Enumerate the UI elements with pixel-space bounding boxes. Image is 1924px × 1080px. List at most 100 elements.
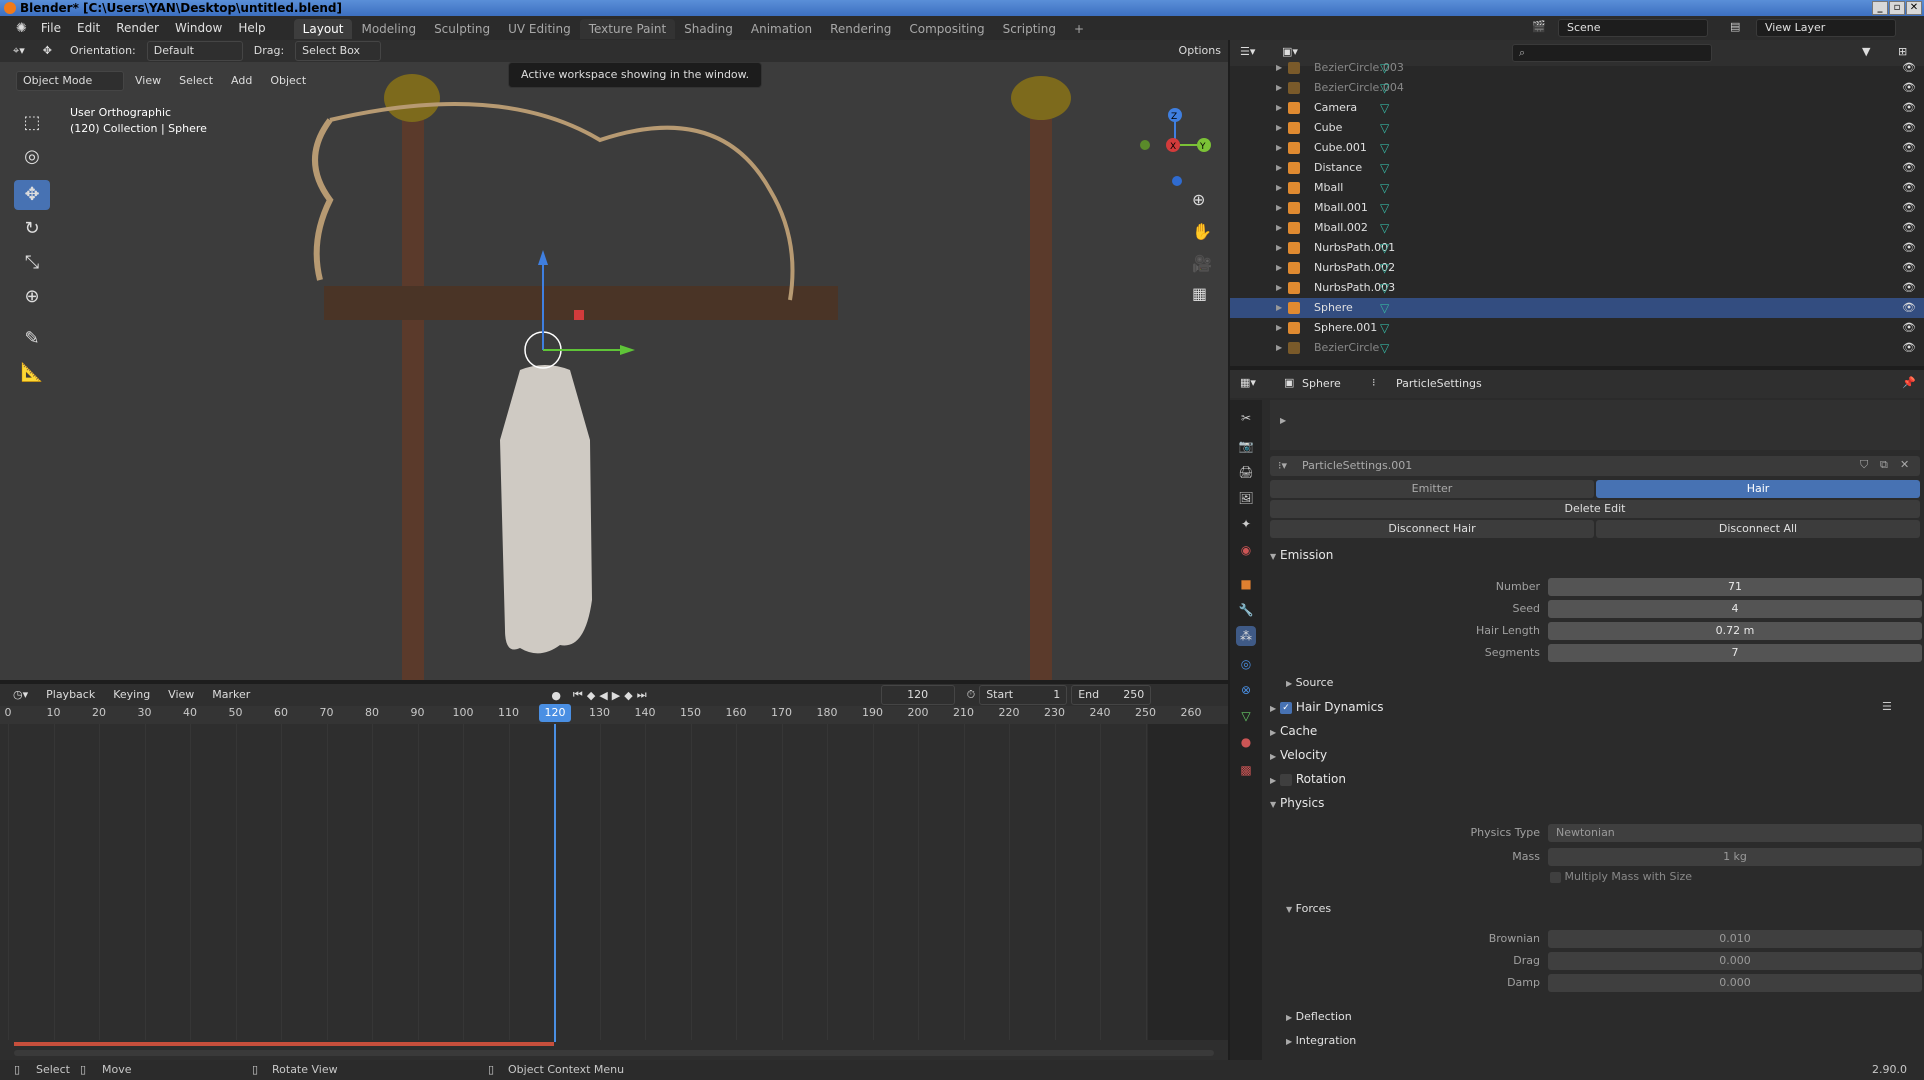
outliner-item[interactable]: ▶ BezierCircle ▽ 👁 [1230,338,1924,358]
play-icon[interactable]: ▶ [612,689,620,702]
outliner-item[interactable]: ▶ NurbsPath.001 ▽ 👁 [1230,238,1924,258]
delete-edit-button[interactable]: Delete Edit [1270,500,1920,518]
outliner-item[interactable]: ▶ Mball.001 ▽ 👁 [1230,198,1924,218]
mesh-data-icon[interactable]: ▽ [1380,178,1389,198]
visibility-eye-icon[interactable]: 👁 [1902,58,1916,78]
expand-arrow-icon[interactable]: ▶ [1276,218,1282,238]
mesh-data-icon[interactable]: ▽ [1380,98,1389,118]
rotation-checkbox[interactable] [1279,773,1292,786]
jump-start-icon[interactable]: ⏮ [573,688,583,702]
pin-icon[interactable]: 📌 [1902,376,1916,389]
tab-shading[interactable]: Shading [675,19,742,39]
mesh-data-icon[interactable]: ▽ [1380,218,1389,238]
mesh-data-icon[interactable]: ▽ [1380,318,1389,338]
camera-view-icon[interactable]: 🎥 [1192,254,1212,273]
expand-arrow-icon[interactable]: ▶ [1276,78,1282,98]
emitter-type-button[interactable]: Emitter [1270,480,1594,498]
drag-field[interactable]: 0.000 [1548,952,1922,970]
view-layer-icon[interactable]: ▤ [1730,20,1740,33]
new-collection-icon[interactable]: ⊞ [1898,45,1907,58]
tab-layout[interactable]: Layout [293,19,353,39]
brownian-field[interactable]: 0.010 [1548,930,1922,948]
mesh-data-icon[interactable]: ▽ [1380,138,1389,158]
visibility-eye-icon[interactable]: 👁 [1902,338,1916,358]
menu-timeline-view[interactable]: View [161,685,201,705]
visibility-eye-icon[interactable]: 👁 [1902,158,1916,178]
timeline-editor[interactable]: ◷▾ Playback Keying View Marker ● ⏮ ◆ ◀ ▶… [0,684,1228,1060]
mesh-data-icon[interactable]: ▽ [1380,58,1389,78]
menu-marker[interactable]: Marker [205,685,257,705]
segments-field[interactable]: 7 [1548,644,1922,662]
hair-length-field[interactable]: 0.72 m [1548,622,1922,640]
menu-keying[interactable]: Keying [106,685,157,705]
outliner-item[interactable]: ▶ Camera ▽ 👁 [1230,98,1924,118]
menu-edit[interactable]: Edit [69,16,108,40]
visibility-eye-icon[interactable]: 👁 [1902,258,1916,278]
visibility-eye-icon[interactable]: 👁 [1902,238,1916,258]
deflection-subpanel[interactable]: ▶ Deflection [1286,1010,1352,1023]
timeline-editor-icon[interactable]: ◷▾ [6,685,35,705]
mesh-data-icon[interactable]: ▽ [1380,158,1389,178]
tool-tab-icon[interactable]: ✂ [1236,408,1256,428]
scene-name-field[interactable]: Scene [1558,19,1708,37]
preset-list-icon[interactable]: ☰ [1882,700,1892,713]
outliner-item[interactable]: ▶ NurbsPath.002 ▽ 👁 [1230,258,1924,278]
play-reverse-icon[interactable]: ◀ [599,689,607,702]
menu-render[interactable]: Render [108,16,167,40]
add-workspace-icon[interactable]: + [1065,19,1093,39]
render-tab-icon[interactable]: 📷 [1236,436,1256,456]
cache-panel[interactable]: ▶ Cache [1270,724,1317,738]
expand-arrow-icon[interactable]: ▶ [1276,58,1282,78]
hair-dynamics-panel[interactable]: ▶ ✓ Hair Dynamics [1270,700,1383,714]
settings-datablock[interactable]: ⁝▾ ParticleSettings.001 ⛉ ⧉ ✕ [1270,456,1920,476]
close-button[interactable]: ✕ [1906,1,1922,15]
expand-arrow-icon[interactable]: ▶ [1276,98,1282,118]
visibility-eye-icon[interactable]: 👁 [1902,278,1916,298]
outliner-item[interactable]: ▶ NurbsPath.003 ▽ 👁 [1230,278,1924,298]
seed-field[interactable]: 4 [1548,600,1922,618]
expand-arrow-icon[interactable]: ▶ [1276,258,1282,278]
physics-panel-header[interactable]: ▼ Physics [1270,796,1324,810]
outliner-item[interactable]: ▶ BezierCircle.004 ▽ 👁 [1230,78,1924,98]
prev-keyframe-icon[interactable]: ◆ [587,689,595,702]
view-layer-field[interactable]: View Layer [1756,19,1896,37]
expand-arrow-icon[interactable]: ▶ [1276,198,1282,218]
outliner-item[interactable]: ▶ Sphere ▽ 👁 [1230,298,1924,318]
filter-icon[interactable]: ▼ [1862,45,1870,58]
cursor-tool[interactable]: ◎ [14,142,50,172]
outliner-item[interactable]: ▶ Sphere.001 ▽ 👁 [1230,318,1924,338]
current-frame-field[interactable]: 120 [880,685,955,705]
disconnect-hair-button[interactable]: Disconnect Hair [1270,520,1594,538]
ortho-grid-icon[interactable]: ▦ [1192,284,1207,303]
tab-rendering[interactable]: Rendering [821,19,900,39]
settings-browse-icon[interactable]: ⁝▾ [1278,459,1287,472]
scale-tool[interactable]: ⤡ [14,248,50,278]
mesh-data-icon[interactable]: ▽ [1380,258,1389,278]
display-mode-icon[interactable]: ▣▾ [1282,45,1298,58]
mass-field[interactable]: 1 kg [1548,848,1922,866]
expand-arrow-icon[interactable]: ▶ [1276,238,1282,258]
record-icon[interactable]: ● [551,689,561,702]
outliner-editor-icon[interactable]: ☰▾ [1240,45,1255,58]
measure-tool[interactable]: 📐 [14,358,50,388]
emission-panel-header[interactable]: ▼ Emission [1270,548,1333,562]
menu-window[interactable]: Window [167,16,230,40]
mesh-data-icon[interactable]: ▽ [1380,298,1389,318]
expand-arrow-icon[interactable]: ▶ [1276,298,1282,318]
object-tab-icon[interactable]: ■ [1236,574,1256,594]
expand-arrow-icon[interactable]: ▶ [1276,158,1282,178]
menu-help[interactable]: Help [230,16,273,40]
velocity-panel[interactable]: ▶ Velocity [1270,748,1327,762]
breadcrumb-object[interactable]: Sphere [1302,377,1341,390]
expand-arrow-icon[interactable]: ▶ [1276,278,1282,298]
fake-user-icon[interactable]: ⛉ [1860,458,1868,472]
tab-scripting[interactable]: Scripting [994,19,1065,39]
constraints-tab-icon[interactable]: ⊗ [1236,680,1256,700]
scene-icon[interactable]: 🎬 [1532,20,1546,33]
menu-file[interactable]: File [33,16,69,40]
world-tab-icon[interactable]: ◉ [1236,540,1256,560]
blender-menu-icon[interactable]: ✺ [10,21,33,36]
expand-arrow-icon[interactable]: ▶ [1276,338,1282,358]
pan-hand-icon[interactable]: ✋ [1192,222,1212,241]
visibility-eye-icon[interactable]: 👁 [1902,218,1916,238]
